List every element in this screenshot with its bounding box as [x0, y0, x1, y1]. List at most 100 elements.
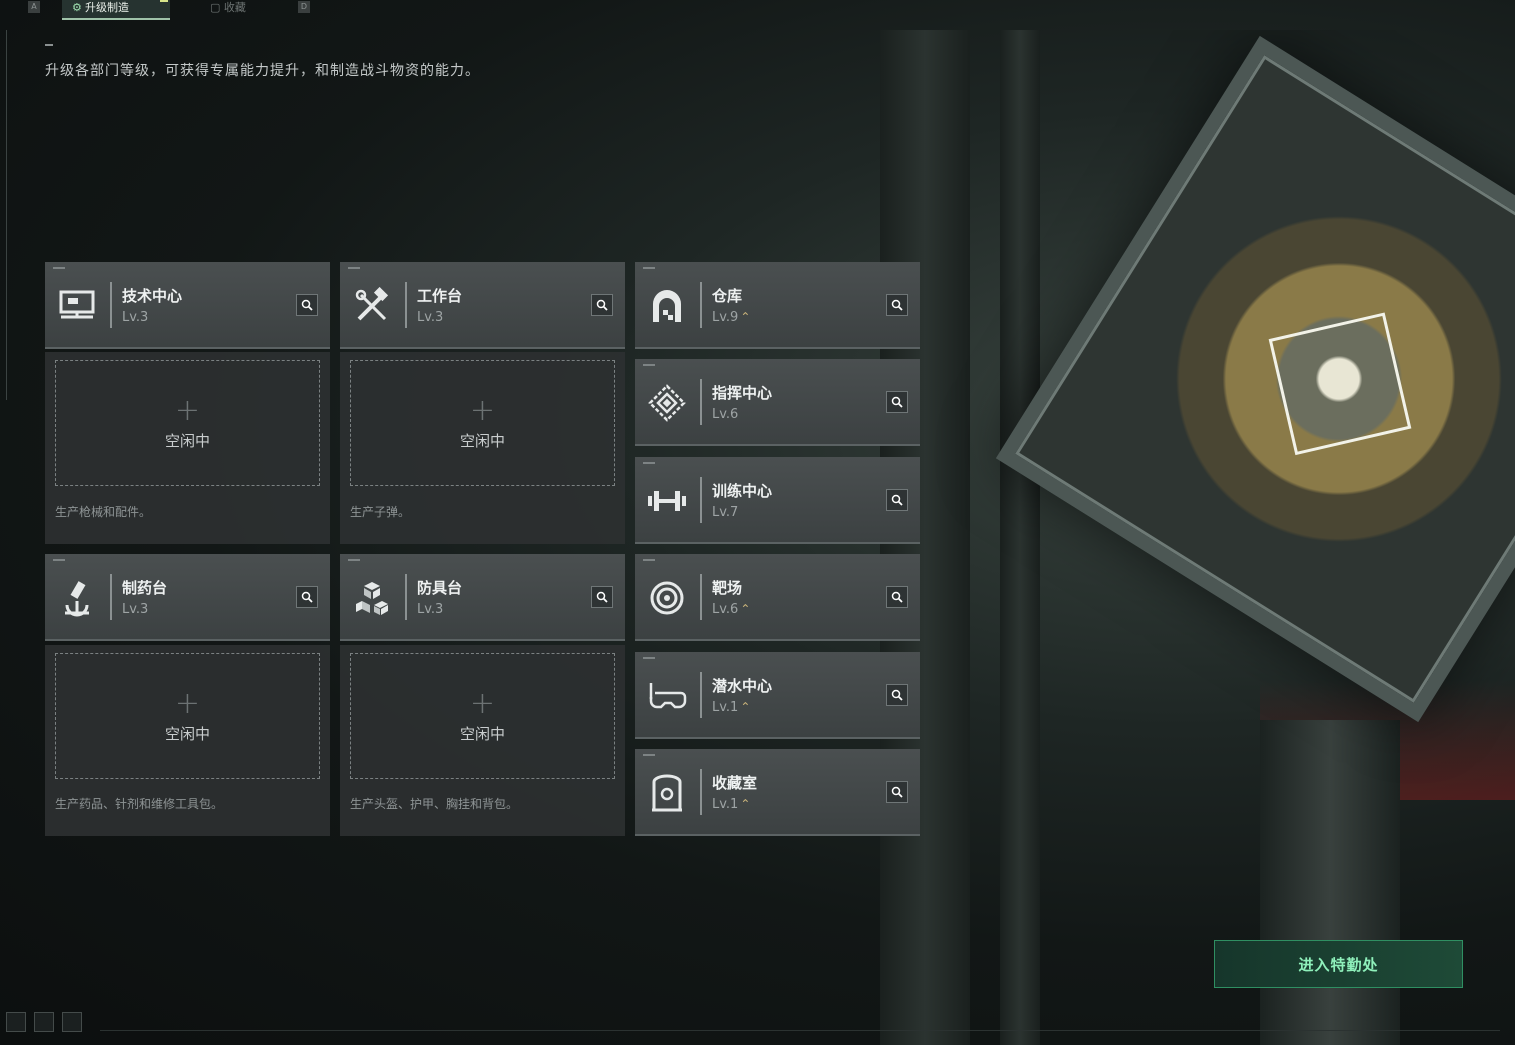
command-emblem-icon: [647, 383, 687, 423]
idle-slot[interactable]: + 空闲中: [55, 653, 320, 779]
dept-name: 防具台: [417, 579, 463, 597]
card-tag: [643, 267, 655, 269]
search-button[interactable]: [886, 391, 908, 413]
dept-name: 指挥中心: [712, 384, 773, 402]
search-icon: [596, 296, 608, 315]
idle-slot[interactable]: + 空闲中: [55, 360, 320, 486]
enter-special-ops-button[interactable]: 进入特勤处: [1214, 940, 1463, 988]
dept-card-diving[interactable]: 潜水中心 Lv.1 ⌃: [635, 652, 920, 739]
top-tab-bar: A ⚙ 升级制造 ▢ 收藏 D: [0, 0, 1515, 20]
idle-label: 空闲中: [164, 724, 210, 743]
search-button[interactable]: [591, 294, 613, 316]
hammer-wrench-icon: [352, 286, 392, 326]
upgrade-available-icon: ⌃: [740, 602, 751, 616]
search-icon: [596, 588, 608, 607]
search-button[interactable]: [886, 489, 908, 511]
production-panel-workbench: + 空闲中 生产子弹。: [340, 352, 625, 544]
dumbbell-icon: [647, 481, 687, 521]
card-separator: [700, 477, 702, 523]
dept-card-training[interactable]: 训练中心 Lv.7: [635, 457, 920, 544]
dept-card-tech-center[interactable]: 技术中心 Lv.3: [45, 262, 330, 349]
dept-level: Lv.3: [417, 602, 444, 617]
bottom-icon[interactable]: [34, 1012, 54, 1032]
production-panel-pharmacy: + 空闲中 生产药品、针剂和维修工具包。: [45, 645, 330, 836]
key-hint-right: D: [298, 1, 310, 13]
search-button[interactable]: [886, 586, 908, 608]
gear-icon: ⚙: [72, 1, 82, 14]
dept-name: 仓库: [712, 287, 743, 305]
card-tag: [643, 364, 655, 366]
search-icon: [891, 296, 903, 315]
card-tag: [643, 559, 655, 561]
upgrade-available-icon: ⌃: [740, 310, 751, 324]
production-panel-armor: + 空闲中 生产头盔、护甲、胸挂和背包。: [340, 645, 625, 836]
bottom-divider: [100, 1030, 1500, 1031]
card-separator: [700, 574, 702, 620]
dept-name: 训练中心: [712, 482, 773, 500]
search-button[interactable]: [886, 684, 908, 706]
production-panel-tech: + 空闲中 生产枪械和配件。: [45, 352, 330, 544]
warehouse-icon: [647, 286, 687, 326]
search-button[interactable]: [886, 294, 908, 316]
search-button[interactable]: [296, 586, 318, 608]
card-separator: [405, 282, 407, 328]
dept-level: Lv.9 ⌃: [712, 310, 751, 325]
panel-description: 生产枪械和配件。: [55, 505, 152, 519]
card-tag: [643, 657, 655, 659]
search-icon: [301, 588, 313, 607]
dept-level: Lv.6: [712, 407, 739, 422]
dept-level: Lv.7: [712, 505, 739, 520]
upgrade-available-icon: ⌃: [740, 700, 751, 714]
display-case-icon: [647, 773, 687, 813]
search-button[interactable]: [591, 586, 613, 608]
card-separator: [700, 282, 702, 328]
card-tag: [53, 267, 65, 269]
dept-name: 技术中心: [122, 287, 183, 305]
dept-level: Lv.3: [417, 310, 444, 325]
dept-level: Lv.3: [122, 602, 149, 617]
target-icon: [647, 578, 687, 618]
page-subtitle: 升级各部门等级，可获得专属能力提升，和制造战斗物资的能力。: [45, 63, 480, 79]
panel-description: 生产头盔、护甲、胸挂和背包。: [350, 797, 519, 811]
dept-name: 收藏室: [712, 774, 758, 792]
dept-card-collection[interactable]: 收藏室 Lv.1 ⌃: [635, 749, 920, 836]
diving-mask-icon: [647, 676, 687, 716]
dept-level: Lv.6 ⌃: [712, 602, 751, 617]
tab-upgrade-craft[interactable]: ⚙ 升级制造: [62, 0, 170, 20]
dept-card-armor[interactable]: 防具台 Lv.3: [340, 554, 625, 641]
dept-card-range[interactable]: 靶场 Lv.6 ⌃: [635, 554, 920, 641]
search-button[interactable]: [296, 294, 318, 316]
dept-name: 工作台: [417, 287, 463, 305]
search-icon: [891, 588, 903, 607]
computer-icon: [57, 286, 97, 326]
tab-label: 收藏: [223, 1, 246, 14]
plus-icon: +: [469, 685, 496, 721]
dept-name: 靶场: [712, 579, 743, 597]
idle-label: 空闲中: [459, 724, 505, 743]
card-separator: [700, 672, 702, 718]
card-tag: [643, 754, 655, 756]
microscope-icon: [57, 578, 97, 618]
dept-card-pharmacy[interactable]: 制药台 Lv.3: [45, 554, 330, 641]
dept-card-command[interactable]: 指挥中心 Lv.6: [635, 359, 920, 446]
dept-level: Lv.1 ⌃: [712, 700, 751, 715]
bottom-icon[interactable]: [62, 1012, 82, 1032]
bg-column: [1260, 720, 1400, 1045]
search-icon: [891, 491, 903, 510]
bottom-icon[interactable]: [6, 1012, 26, 1032]
idle-slot[interactable]: + 空闲中: [350, 360, 615, 486]
card-separator: [700, 379, 702, 425]
tab-collection[interactable]: ▢ 收藏: [200, 0, 256, 20]
dept-card-warehouse[interactable]: 仓库 Lv.9 ⌃: [635, 262, 920, 349]
search-icon: [891, 393, 903, 412]
bg-pillar: [1000, 30, 1040, 1045]
title-divider: [45, 44, 53, 46]
dept-card-workbench[interactable]: 工作台 Lv.3: [340, 262, 625, 349]
search-button[interactable]: [886, 781, 908, 803]
tab-accent: [160, 0, 168, 2]
bottom-toolbar: [6, 1012, 82, 1032]
idle-label: 空闲中: [164, 431, 210, 450]
idle-slot[interactable]: + 空闲中: [350, 653, 615, 779]
upgrade-available-icon: ⌃: [740, 797, 751, 811]
card-tag: [53, 559, 65, 561]
